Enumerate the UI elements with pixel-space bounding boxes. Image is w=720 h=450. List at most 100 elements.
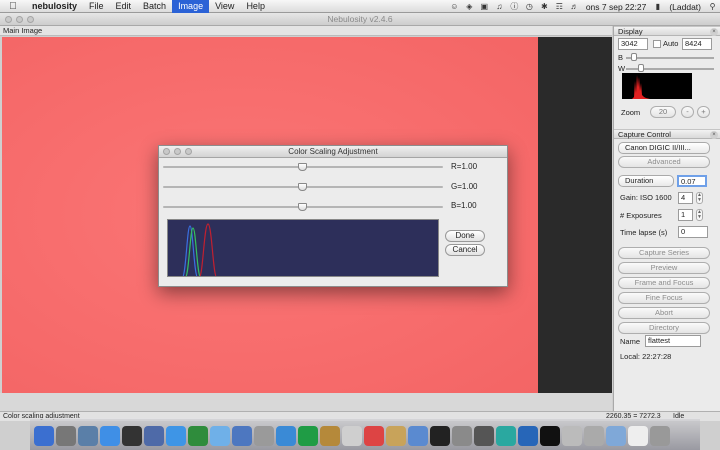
spotlight-icon[interactable]: ⚲ <box>705 2 720 11</box>
gain-stepper[interactable]: ▲ ▼ <box>696 192 703 204</box>
cancel-button[interactable]: Cancel <box>445 244 485 256</box>
red-slider-knob[interactable] <box>298 163 307 171</box>
timelapse-input[interactable]: 0 <box>678 226 708 238</box>
nebulosity-icon[interactable] <box>496 426 516 446</box>
camera-select[interactable]: Canon DIGIC II/III... <box>618 142 710 154</box>
duration-select[interactable]: Duration <box>618 175 674 187</box>
battery-icon[interactable]: ▮ <box>650 2 665 11</box>
app-store-icon[interactable] <box>100 426 120 446</box>
safari-icon[interactable] <box>166 426 186 446</box>
dialog-zoom-button[interactable] <box>185 148 192 155</box>
itunes-icon[interactable] <box>276 426 296 446</box>
photoshop-icon[interactable] <box>518 426 538 446</box>
dialog-minimize-button[interactable] <box>174 148 181 155</box>
disk-icon[interactable] <box>584 426 604 446</box>
bluetooth-icon[interactable]: ✱ <box>537 2 552 11</box>
volume-icon[interactable]: ♬ <box>567 2 582 11</box>
system-preferences-icon[interactable] <box>452 426 472 446</box>
close-capture-icon[interactable]: × <box>710 131 718 139</box>
document-icon[interactable] <box>628 426 648 446</box>
blue-slider-knob[interactable] <box>298 203 307 211</box>
zoom-out-button[interactable]: - <box>681 106 694 118</box>
iphoto-icon[interactable] <box>320 426 340 446</box>
utility-icon[interactable] <box>474 426 494 446</box>
window-title: Nebulosity v2.4.6 <box>327 14 393 24</box>
display-histogram-plot <box>632 75 650 99</box>
headphones-icon[interactable]: ♫ <box>492 2 507 11</box>
close-window-button[interactable] <box>5 16 12 23</box>
zoom-value-field[interactable]: 20 <box>650 106 676 118</box>
preview-button[interactable]: Preview <box>618 262 710 274</box>
network-icon[interactable] <box>408 426 428 446</box>
launchpad-icon[interactable] <box>56 426 76 446</box>
skype-icon[interactable]: ☺ <box>447 2 462 11</box>
fine-focus-button[interactable]: Fine Focus <box>618 292 710 304</box>
menu-batch[interactable]: Batch <box>137 0 172 13</box>
color-histogram <box>167 219 439 277</box>
zoom-in-button[interactable]: + <box>697 106 710 118</box>
spotify-icon[interactable] <box>298 426 318 446</box>
app-menu[interactable]: nebulosity <box>26 0 83 13</box>
menu-image[interactable]: Image <box>172 0 210 13</box>
evernote-icon[interactable]: ◈ <box>462 2 477 11</box>
close-display-icon[interactable]: × <box>710 28 718 36</box>
abort-button[interactable]: Abort <box>618 307 710 319</box>
exposures-label: # Exposures <box>620 211 662 220</box>
timelapse-label: Time lapse (s) <box>620 228 668 237</box>
menu-edit[interactable]: Edit <box>110 0 138 13</box>
exposures-stepper[interactable]: ▲ ▼ <box>696 209 703 221</box>
green-value-label: G=1.00 <box>451 182 478 191</box>
photo-booth-icon[interactable] <box>254 426 274 446</box>
dialog-close-button[interactable] <box>163 148 170 155</box>
facetime-icon[interactable] <box>232 426 252 446</box>
menu-file[interactable]: File <box>83 0 110 13</box>
menubar:  nebulosity File Edit Batch Image View … <box>0 0 720 13</box>
apple-menu-icon[interactable]:  <box>0 1 26 12</box>
zoom-window-button[interactable] <box>27 16 34 23</box>
contacts-icon[interactable] <box>386 426 406 446</box>
wifi-icon[interactable]: ☶ <box>552 2 567 11</box>
exposures-input[interactable]: 1 <box>678 209 693 221</box>
dashboard-icon[interactable] <box>122 426 142 446</box>
black-point-input[interactable]: 3042 <box>618 38 648 50</box>
duration-input[interactable]: 0.07 <box>677 175 707 187</box>
terminal-app-icon[interactable] <box>188 426 208 446</box>
black-slider-track[interactable] <box>626 57 714 59</box>
window-titlebar: Nebulosity v2.4.6 <box>0 13 720 26</box>
white-point-input[interactable]: 8424 <box>682 38 712 50</box>
sync-icon[interactable]: ⓘ <box>507 1 522 12</box>
time-machine-icon[interactable]: ◷ <box>522 2 537 11</box>
preview-app-icon[interactable] <box>144 426 164 446</box>
black-slider-label: B <box>618 53 624 62</box>
calendar-icon[interactable] <box>364 426 384 446</box>
capture-series-button[interactable]: Capture Series <box>618 247 710 259</box>
minimize-window-button[interactable] <box>16 16 23 23</box>
capture-control-header: Capture Control × <box>614 129 720 139</box>
console-icon[interactable] <box>430 426 450 446</box>
messages-icon[interactable] <box>210 426 230 446</box>
battery-status[interactable]: (Laddat) <box>665 2 705 12</box>
gain-input[interactable]: 4 <box>678 192 693 204</box>
local-time: Local: 22:27:28 <box>620 352 672 361</box>
green-slider-knob[interactable] <box>298 183 307 191</box>
menu-view[interactable]: View <box>209 0 240 13</box>
auto-checkbox[interactable] <box>653 40 661 48</box>
trash-icon[interactable] <box>650 426 670 446</box>
clock[interactable]: ons 7 sep 22:27 <box>582 2 651 12</box>
finder-icon[interactable] <box>34 426 54 446</box>
dropbox-icon[interactable]: ▣ <box>477 2 492 11</box>
name-input[interactable]: flattest <box>645 335 701 347</box>
white-slider-knob[interactable] <box>638 64 644 72</box>
menubar-extras: ☺ ◈ ▣ ♫ ⓘ ◷ ✱ ☶ ♬ ons 7 sep 22:27 ▮ (Lad… <box>447 0 720 13</box>
downloads-folder-icon[interactable] <box>606 426 626 446</box>
menu-help[interactable]: Help <box>240 0 271 13</box>
frame-and-focus-button[interactable]: Frame and Focus <box>618 277 710 289</box>
stellarium-icon[interactable] <box>540 426 560 446</box>
activity-monitor-icon[interactable] <box>78 426 98 446</box>
directory-button[interactable]: Directory <box>618 322 710 334</box>
done-button[interactable]: Done <box>445 230 485 242</box>
mail-icon[interactable] <box>342 426 362 446</box>
advanced-button[interactable]: Advanced <box>618 156 710 168</box>
documents-stack-icon[interactable] <box>562 426 582 446</box>
black-slider-knob[interactable] <box>631 53 637 61</box>
